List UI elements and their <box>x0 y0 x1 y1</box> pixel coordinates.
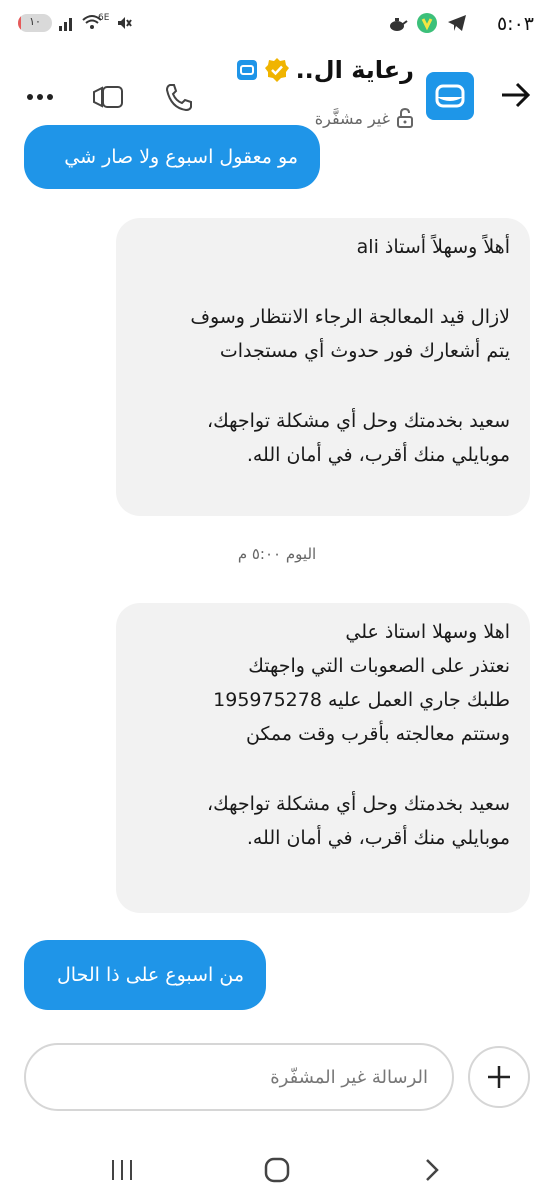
message-text: من اسبوع على ذا الحال <box>56 964 244 986</box>
attach-button[interactable] <box>468 1046 530 1108</box>
encryption-label: غير مشفَّرة <box>314 108 390 128</box>
message-gap <box>136 751 510 787</box>
message-line: موبايلي منك أقرب، في أمان الله. <box>246 444 510 466</box>
message-line: نعتذر على الصعوبات التي واجهتك <box>248 655 510 677</box>
back-button[interactable] <box>412 1152 452 1188</box>
video-call-icon[interactable] <box>92 82 124 112</box>
status-right-icons <box>386 12 468 34</box>
app-icon <box>417 13 437 33</box>
message-composer <box>24 1043 454 1111</box>
encryption-status: غير مشفَّرة <box>315 108 414 128</box>
home-icon <box>264 1157 290 1183</box>
message-line: لازال قيد المعالجة الرجاء الانتظار وسوف <box>190 306 510 328</box>
message-line: سعيد بخدمتك وحل أي مشكلة تواجهك، <box>206 793 510 815</box>
unlock-icon <box>397 108 413 128</box>
message-body: اهلا وسهلا استاذ علي نعتذر على الصعوبات ا… <box>136 615 510 855</box>
message-input[interactable] <box>26 1045 452 1109</box>
wifi-icon: 6E <box>82 13 110 32</box>
message-body: أهلاً وسهلاً أستاذ ali لازال قيد المعالجة… <box>136 230 510 472</box>
status-bar: ١٠ 6E ٥:٠٣ <box>0 0 554 50</box>
plus-icon <box>488 1066 510 1088</box>
battery-level: ١٠ <box>29 15 41 28</box>
recent-apps-button[interactable] <box>102 1152 142 1188</box>
chevron-right-icon <box>426 1159 439 1181</box>
outgoing-message[interactable]: من اسبوع على ذا الحال <box>24 940 266 1010</box>
clock: ٥:٠٣ <box>496 13 534 35</box>
verified-badge-icon <box>264 58 289 82</box>
mute-icon <box>118 17 133 29</box>
message-line: طلبك جاري العمل عليه 195975278 <box>213 689 510 711</box>
signal-icon <box>59 18 72 31</box>
back-arrow-icon[interactable] <box>498 78 532 112</box>
contact-title-row[interactable]: رعاية ال.. <box>236 56 414 84</box>
message-gap <box>136 264 510 300</box>
home-button[interactable] <box>257 1152 297 1188</box>
incoming-message[interactable]: اهلا وسهلا استاذ علي نعتذر على الصعوبات ا… <box>116 603 530 913</box>
recent-apps-icon <box>112 1160 132 1180</box>
message-line: موبايلي منك أقرب، في أمان الله. <box>246 827 510 849</box>
incoming-message[interactable]: أهلاً وسهلاً أستاذ ali لازال قيد المعالجة… <box>116 218 530 516</box>
date-separator: اليوم ٥:٠٠ م <box>237 545 317 563</box>
telegram-icon <box>448 15 466 31</box>
contact-avatar[interactable] <box>426 72 474 120</box>
message-line: وستتم معالجته بأقرب وقت ممكن <box>245 723 510 745</box>
status-left-icons: ١٠ 6E <box>18 13 133 32</box>
battery-icon: ١٠ <box>18 14 52 32</box>
teapot-icon <box>390 18 408 31</box>
more-options-icon[interactable] <box>24 82 56 112</box>
network-label: 6E <box>98 13 110 23</box>
message-line: سعيد بخدمتك وحل أي مشكلة تواجهك، <box>206 410 510 432</box>
message-line: أهلاً وسهلاً أستاذ ali <box>356 236 510 258</box>
message-text: مو معقول اسبوع ولا صار شي <box>64 146 298 168</box>
message-gap <box>136 368 510 404</box>
system-nav-bar <box>0 1140 554 1200</box>
contact-name: رعاية ال.. <box>295 56 414 84</box>
message-line: يتم أشعارك فور حدوث أي مستجدات <box>219 340 510 362</box>
phone-call-icon[interactable] <box>162 82 194 112</box>
business-badge-icon <box>236 60 257 80</box>
mobily-logo-icon <box>435 84 465 108</box>
message-line: اهلا وسهلا استاذ علي <box>345 621 510 643</box>
outgoing-message[interactable]: مو معقول اسبوع ولا صار شي <box>24 125 320 189</box>
